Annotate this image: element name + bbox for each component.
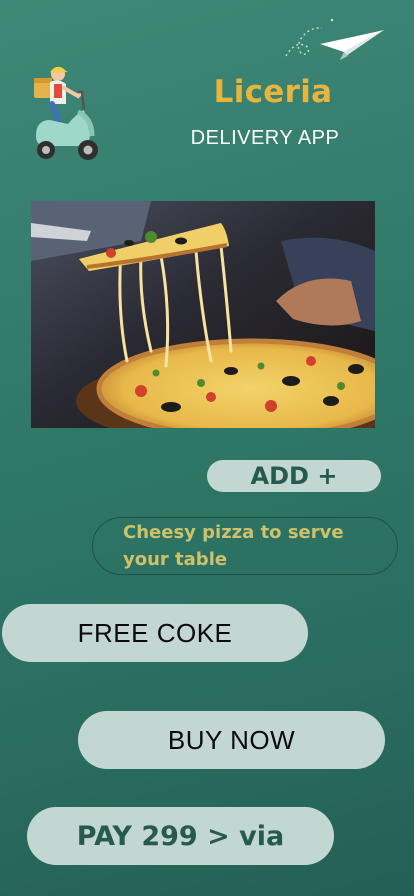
brand-title: Liceria [213, 74, 333, 110]
delivery-scooter-icon [34, 66, 98, 160]
free-coke-button[interactable]: FREE COKE [2, 604, 308, 662]
add-to-cart-button[interactable]: ADD + [207, 460, 381, 492]
pizza-image [31, 201, 375, 428]
paper-plane-icon [285, 18, 384, 60]
buy-now-button[interactable]: BUY NOW [78, 711, 385, 769]
brand-subtitle: DELIVERY APP [190, 127, 340, 149]
tagline-text: Cheesy pizza to serve your table [123, 522, 344, 570]
product-tagline: Cheesy pizza to serve your table [92, 517, 398, 575]
pizza-photo [31, 201, 375, 428]
pay-button[interactable]: PAY 299 > via [27, 807, 334, 865]
